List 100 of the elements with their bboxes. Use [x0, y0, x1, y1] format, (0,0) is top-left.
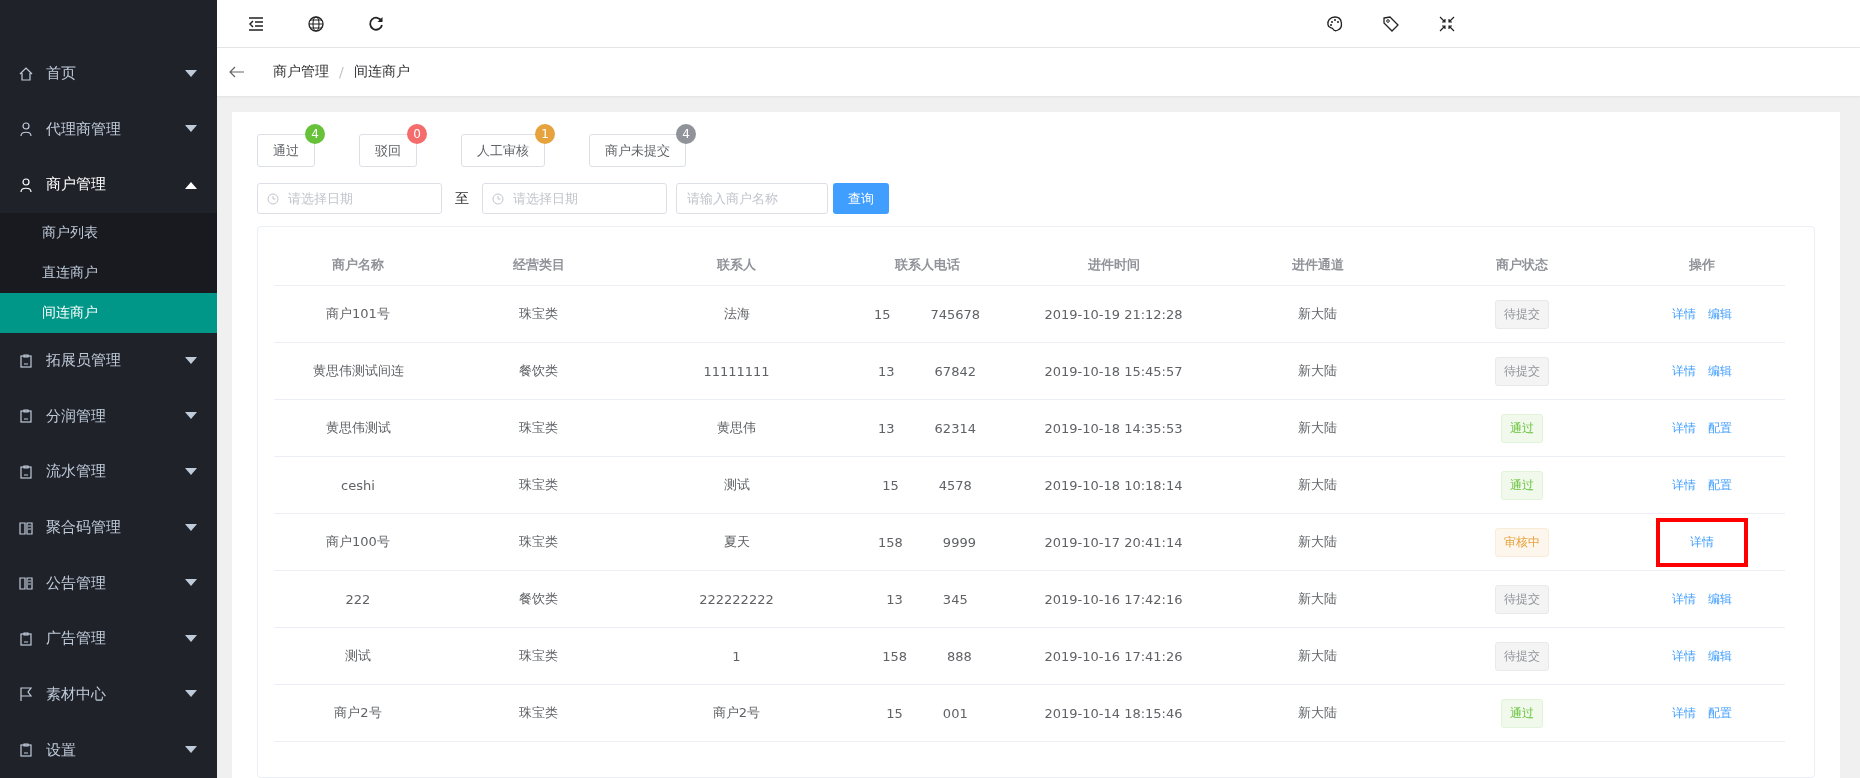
- table-cell: 黄思伟测试间连: [312, 362, 404, 380]
- sidebar-item[interactable]: 商户管理: [0, 157, 217, 213]
- date-field[interactable]: 请选择日期: [257, 183, 442, 214]
- clipboard-icon: [18, 463, 34, 480]
- table-cell: 黄思伟: [717, 419, 756, 437]
- table-cell: 2019-10-18 14:35:53: [1044, 420, 1183, 436]
- globe-icon[interactable]: [307, 14, 325, 33]
- table-cell: 夏天: [723, 533, 750, 551]
- sidebar-item[interactable]: 设置: [0, 722, 217, 778]
- sidebar-item[interactable]: 素材中心: [0, 666, 217, 723]
- count-badge: 4: [676, 124, 696, 144]
- table-cell: 商户101号: [326, 305, 390, 323]
- clipboard-icon: [18, 630, 34, 647]
- user-icon: [18, 121, 34, 138]
- table-cell: 新大陆: [1298, 704, 1337, 722]
- table-cell: 13: [886, 591, 903, 607]
- table-cell: 2019-10-19 21:12:28: [1044, 306, 1183, 322]
- table-cell: 法海: [723, 305, 750, 323]
- table-cell: 1: [732, 648, 741, 664]
- table-cell: 珠宝类: [519, 647, 558, 665]
- table-cell: 珠宝类: [519, 476, 558, 494]
- table-cell: 745678: [930, 306, 981, 322]
- sidebar-item[interactable]: 拓展员管理: [0, 332, 217, 389]
- status-tag: 待提交: [1494, 299, 1549, 329]
- caret-icon: [185, 579, 197, 588]
- table-cell: 11111111: [703, 363, 770, 379]
- table-cell: 珠宝类: [519, 419, 558, 437]
- status-tag: 待提交: [1494, 584, 1549, 614]
- range-separator: 至: [455, 189, 469, 208]
- refresh-icon[interactable]: [367, 14, 385, 33]
- table-cell: ceshi: [341, 477, 375, 493]
- table-cell: 67842: [934, 363, 976, 379]
- table-cell: 15: [873, 306, 891, 322]
- status-tag: 审核中: [1494, 527, 1549, 557]
- back-arrow-icon[interactable]: [229, 66, 245, 78]
- status-tag: 通过: [1500, 413, 1543, 443]
- user-icon: [18, 177, 34, 193]
- table-cell: 新大陆: [1298, 476, 1337, 494]
- sidebar-item[interactable]: 首页: [0, 45, 217, 102]
- table-cell: 新大陆: [1298, 419, 1337, 437]
- caret-icon: [185, 523, 197, 532]
- book-icon: [18, 519, 34, 536]
- table-cell: 新大陆: [1298, 533, 1337, 551]
- count-badge: 0: [407, 124, 427, 144]
- merchant-name-field[interactable]: 请输入商户名称: [676, 183, 828, 214]
- sidebar-item[interactable]: 广告管理: [0, 611, 217, 667]
- sidebar-item[interactable]: 分润管理: [0, 388, 217, 445]
- status-tag: 待提交: [1494, 356, 1549, 386]
- table-cell: 345: [942, 591, 968, 607]
- status-tag: 通过: [1500, 470, 1543, 500]
- sidebar-item[interactable]: 公告管理: [0, 555, 217, 611]
- table-cell: 测试: [723, 476, 750, 494]
- table-cell: 13: [878, 420, 895, 436]
- breadcrumb-separator: /: [339, 64, 344, 80]
- column-header: 进件通道: [1291, 256, 1344, 274]
- table-cell: 9999: [942, 534, 976, 550]
- table-cell: 2019-10-14 18:15:46: [1044, 705, 1183, 721]
- palette-icon[interactable]: [1326, 14, 1344, 33]
- table-cell: 珠宝类: [519, 704, 558, 722]
- tag-icon[interactable]: [1382, 14, 1400, 33]
- date-field[interactable]: 请选择日期: [482, 183, 667, 214]
- column-header: 商户名称: [332, 256, 384, 274]
- count-badge: 4: [305, 124, 325, 144]
- table-cell: 158: [882, 648, 907, 664]
- column-header: 进件时间: [1087, 256, 1140, 274]
- table-cell: 888: [947, 648, 972, 664]
- status-tag: 通过: [1500, 698, 1543, 728]
- caret-icon: [185, 125, 197, 134]
- caret-icon: [185, 634, 197, 643]
- table-cell: 珠宝类: [519, 533, 558, 551]
- table-cell: 商户2号: [712, 704, 761, 722]
- column-header: 操作: [1689, 256, 1715, 274]
- clock-icon: [267, 192, 279, 205]
- table-cell: 新大陆: [1298, 362, 1337, 380]
- table-cell: 商户100号: [326, 533, 390, 551]
- fullscreen-icon[interactable]: [1438, 14, 1456, 33]
- home-icon: [18, 65, 34, 82]
- breadcrumb-item[interactable]: 商户管理: [273, 63, 329, 81]
- column-header: 经营类目: [512, 256, 565, 274]
- clipboard-icon: [18, 408, 34, 425]
- table-cell: 222222222: [699, 591, 774, 607]
- table-cell: 测试: [345, 647, 371, 665]
- table-cell: 2019-10-18 10:18:14: [1044, 477, 1183, 493]
- table-cell: 13: [878, 363, 895, 379]
- column-header: 联系人电话: [894, 256, 960, 274]
- table-cell: 新大陆: [1298, 305, 1337, 323]
- sidebar-item[interactable]: 代理商管理: [0, 101, 217, 158]
- table-cell: 2019-10-16 17:41:26: [1044, 648, 1183, 664]
- submenu-item[interactable]: 间连商户: [0, 292, 217, 333]
- column-header: 联系人: [717, 256, 756, 274]
- sidebar-item[interactable]: 聚合码管理: [0, 499, 217, 556]
- column-header: 商户状态: [1495, 256, 1548, 274]
- caret-icon: [185, 467, 197, 476]
- table-cell: 黄思伟测试: [325, 419, 391, 437]
- submenu-item[interactable]: 商户列表: [0, 212, 217, 253]
- sidebar-item[interactable]: 流水管理: [0, 444, 217, 500]
- book-icon: [18, 575, 34, 592]
- menu-fold-icon[interactable]: [247, 14, 265, 33]
- submenu-item[interactable]: 直连商户: [0, 252, 217, 293]
- caret-icon: [185, 69, 197, 78]
